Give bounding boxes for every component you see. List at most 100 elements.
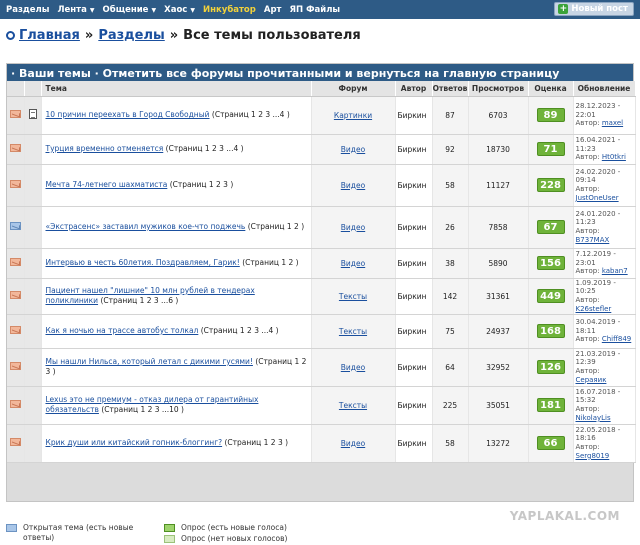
topic-link[interactable]: Крик души или китайский гопник-блоггинг? xyxy=(46,438,223,447)
replies-cell: 26 xyxy=(432,206,469,249)
column-header xyxy=(7,81,25,97)
row-type-cell xyxy=(24,278,42,315)
last-poster-label: Автор: xyxy=(575,296,600,304)
nav-item[interactable]: Общение ▼ xyxy=(103,5,157,15)
forum-link[interactable]: Видео xyxy=(341,223,365,232)
score-cell: 126 xyxy=(528,348,574,387)
nav-item[interactable]: Хаос ▼ xyxy=(164,5,195,15)
last-poster-link[interactable]: maxel xyxy=(602,119,623,127)
forum-link[interactable]: Видео xyxy=(341,259,365,268)
updated-date: 7.12.2019 - 23:01 xyxy=(575,249,616,267)
forum-cell: Видео xyxy=(311,348,396,387)
forum-link[interactable]: Видео xyxy=(341,145,365,154)
row-status-cell xyxy=(7,164,25,207)
updated-date: 24.02.2020 - 09:14 xyxy=(575,167,621,185)
last-poster-link[interactable]: Chiff849 xyxy=(602,335,631,343)
updated-cell: 21.03.2019 - 12:39 Автор: Сераяик xyxy=(573,348,636,387)
score-badge: 449 xyxy=(536,289,565,303)
column-header-score: Оценка xyxy=(528,81,574,97)
breadcrumb-home-link[interactable]: Главная xyxy=(19,28,80,43)
nav-item-label: Лента xyxy=(57,4,87,15)
forum-link[interactable]: Видео xyxy=(341,181,365,190)
score-badge: 89 xyxy=(536,108,565,122)
nav-item-label: Арт xyxy=(263,4,282,15)
forum-link[interactable]: Видео xyxy=(341,439,365,448)
table-row: Мечта 74-летнего шахматиста (Страниц 1 2… xyxy=(7,164,636,207)
forum-cell: Тексты xyxy=(311,386,396,425)
author-cell: Биркин xyxy=(395,206,433,249)
views-cell: 18730 xyxy=(468,134,529,165)
forum-link[interactable]: Видео xyxy=(341,363,365,372)
nav-item-label: Инкубатор xyxy=(203,4,256,15)
replies-cell: 225 xyxy=(432,386,469,425)
forum-link[interactable]: Тексты xyxy=(339,401,367,410)
author-cell: Биркин xyxy=(395,348,433,387)
last-poster-link[interactable]: NikolayLis xyxy=(576,414,611,422)
topic-pages: (Страниц 1 2 ) xyxy=(247,221,305,231)
updated-cell: 30.04.2019 - 18:11 Автор: Chiff849 xyxy=(573,314,636,349)
topic-cell: Интервью в честь 60летия. Поздравляем, Г… xyxy=(41,248,312,279)
table-row: 10 причин переехать в Город Свободный (С… xyxy=(7,96,636,135)
score-badge: 156 xyxy=(536,256,565,270)
last-poster-label: Автор: xyxy=(575,267,600,276)
forum-link[interactable]: Тексты xyxy=(339,292,367,301)
last-poster-link[interactable]: kaban7 xyxy=(602,267,628,275)
author-cell: Биркин xyxy=(395,134,433,165)
score-cell: 71 xyxy=(528,134,574,165)
panel-header[interactable]: · Ваши темы · Отметить все форумы прочит… xyxy=(7,64,633,81)
document-icon xyxy=(28,109,37,119)
last-poster-label: Автор: xyxy=(575,227,600,235)
topic-cell: Крик души или китайский гопник-блоггинг?… xyxy=(41,424,312,463)
topic-pages: (Страниц 1 2 3 ...4 ) xyxy=(200,325,279,335)
row-type-cell xyxy=(24,348,42,387)
topic-link[interactable]: Турция временно отменяется xyxy=(46,144,164,153)
legend-label: Опрос (нет новых голосов) xyxy=(181,534,288,543)
last-poster-link[interactable]: Ht0tkri xyxy=(602,153,626,161)
topic-cell: Lexus это не премиум - отказ дилера от г… xyxy=(41,386,312,425)
last-poster-label: Автор: xyxy=(575,119,600,128)
nav-item[interactable]: Арт xyxy=(264,5,282,15)
updated-cell: 16.07.2018 - 15:32 Автор: NikolayLis xyxy=(573,386,636,425)
last-poster-link[interactable]: JustOneUser xyxy=(576,194,619,202)
topic-link[interactable]: Мечта 74-летнего шахматиста xyxy=(46,180,168,189)
score-badge: 228 xyxy=(536,178,565,192)
forum-cell: Тексты xyxy=(311,278,396,315)
last-poster-link[interactable]: Serg8019 xyxy=(576,452,610,460)
replies-cell: 75 xyxy=(432,314,469,349)
topic-link[interactable]: Интервью в честь 60летия. Поздравляем, Г… xyxy=(46,258,240,267)
last-poster: Автор: JustOneUser xyxy=(576,185,633,203)
new-post-button[interactable]: + Новый пост xyxy=(554,2,634,16)
last-poster-label: Автор: xyxy=(575,367,600,375)
topic-link[interactable]: 10 причин переехать в Город Свободный xyxy=(46,110,210,119)
updated-date: 1.09.2019 - 10:25 xyxy=(575,278,616,296)
forum-cell: Видео xyxy=(311,206,396,249)
topic-link[interactable]: Как я ночью на трассе автобус толкал xyxy=(46,326,199,335)
score-badge: 126 xyxy=(536,360,565,374)
envelope-icon xyxy=(9,291,21,299)
nav-item[interactable]: Лента ▼ xyxy=(57,5,94,15)
table-row: Как я ночью на трассе автобус толкал (Ст… xyxy=(7,314,636,349)
last-poster-link[interactable]: K26stefler xyxy=(576,305,612,313)
updated-cell: 7.12.2019 - 23:01 Автор: kaban7 xyxy=(573,248,636,279)
nav-item-label: Общение xyxy=(102,4,149,15)
updated-date: 28.12.2023 - 22:01 xyxy=(575,101,621,119)
nav-item[interactable]: ЯП Файлы xyxy=(289,5,340,15)
last-poster-link[interactable]: Сераяик xyxy=(576,376,607,384)
forum-link[interactable]: Картинки xyxy=(334,111,372,120)
author-cell: Биркин xyxy=(395,164,433,207)
topic-pages: (Страниц 1 2 ) xyxy=(242,257,299,267)
last-poster-link[interactable]: B737MAX xyxy=(576,236,610,244)
breadcrumb-sections-link[interactable]: Разделы xyxy=(98,28,164,43)
topic-link[interactable]: «Экстрасенс» заставил мужиков кое-что по… xyxy=(46,222,246,231)
topic-link[interactable]: Мы нашли Нильса, который летал с дикими … xyxy=(46,357,253,366)
topic-cell: Пациент нашел "лишние" 10 млн рублей в т… xyxy=(41,278,312,315)
views-cell: 31361 xyxy=(468,278,529,315)
circle-icon xyxy=(6,31,15,40)
nav-item[interactable]: Инкубатор xyxy=(203,5,256,15)
nav-item[interactable]: Разделы xyxy=(6,5,49,15)
row-status-cell xyxy=(7,206,25,249)
forum-link[interactable]: Тексты xyxy=(339,327,367,336)
table-row: Крик души или китайский гопник-блоггинг?… xyxy=(7,424,636,463)
updated-cell: 22.05.2018 - 18:16 Автор: Serg8019 xyxy=(573,424,636,463)
top-nav-bar: Разделы Лента ▼ Общение ▼ Хаос ▼ Инкубатор Ар… xyxy=(0,0,640,19)
